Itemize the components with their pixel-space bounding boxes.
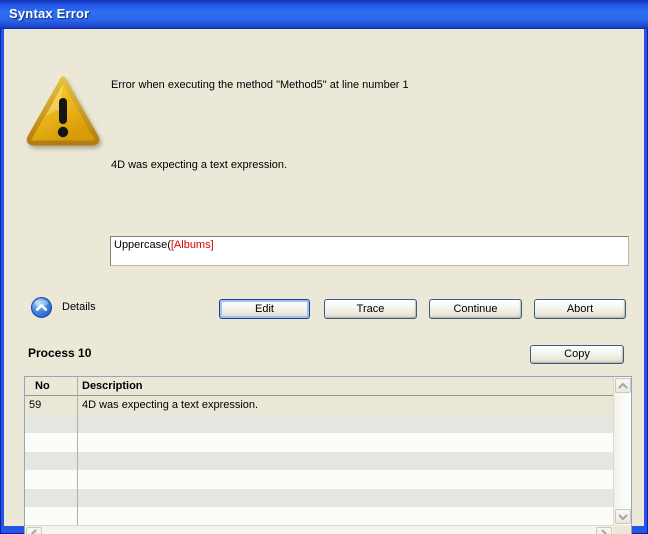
window-title: Syntax Error <box>9 6 89 21</box>
abort-button[interactable]: Abort <box>534 299 626 319</box>
error-table: No Description 59 4D was expecting a tex… <box>24 376 632 534</box>
empty-row <box>25 489 613 508</box>
row-description: 4D was expecting a text expression. <box>82 399 258 411</box>
table-header: No Description <box>25 377 613 396</box>
expression-highlight: [Albums] <box>171 239 214 251</box>
scrollbar-corner <box>613 525 631 534</box>
edit-button[interactable]: Edit <box>219 299 310 319</box>
continue-button[interactable]: Continue <box>429 299 522 319</box>
scroll-down-button[interactable] <box>615 509 631 524</box>
row-no: 59 <box>29 399 41 411</box>
dialog-content: Error when executing the method "Method5… <box>4 29 644 526</box>
details-label: Details <box>62 301 96 313</box>
warning-triangle-icon <box>24 74 102 150</box>
title-bar[interactable]: Syntax Error <box>0 0 648 29</box>
column-separator <box>77 377 78 525</box>
expression-prefix: Uppercase( <box>114 239 171 251</box>
chevron-up-icon <box>618 382 628 390</box>
column-header-description: Description <box>82 380 143 392</box>
horizontal-scrollbar[interactable] <box>25 525 613 534</box>
chevron-left-icon <box>30 529 38 534</box>
error-message-line2: 4D was expecting a text expression. <box>111 159 591 171</box>
copy-button[interactable]: Copy <box>530 345 624 364</box>
details-toggle[interactable]: Details <box>31 296 96 318</box>
scroll-left-button[interactable] <box>26 527 42 534</box>
empty-row <box>25 415 613 434</box>
table-row[interactable]: 59 4D was expecting a text expression. <box>25 396 613 415</box>
trace-button[interactable]: Trace <box>324 299 417 319</box>
empty-row <box>25 507 613 525</box>
expression-field[interactable]: Uppercase([Albums] <box>110 236 629 266</box>
syntax-error-dialog: Syntax Error Error when executing the m <box>0 0 648 534</box>
empty-row <box>25 470 613 489</box>
table-body: 59 4D was expecting a text expression. <box>25 396 613 525</box>
vertical-scrollbar[interactable] <box>613 377 631 525</box>
process-label: Process 10 <box>28 346 91 360</box>
chevron-down-icon <box>618 513 628 521</box>
empty-row <box>25 452 613 471</box>
empty-row <box>25 433 613 452</box>
column-header-no: No <box>35 380 50 392</box>
chevron-up-circle-icon <box>31 297 52 318</box>
scroll-up-button[interactable] <box>615 378 631 393</box>
error-message-line1: Error when executing the method "Method5… <box>111 79 591 91</box>
scroll-right-button[interactable] <box>596 527 612 534</box>
chevron-right-icon <box>600 529 608 534</box>
